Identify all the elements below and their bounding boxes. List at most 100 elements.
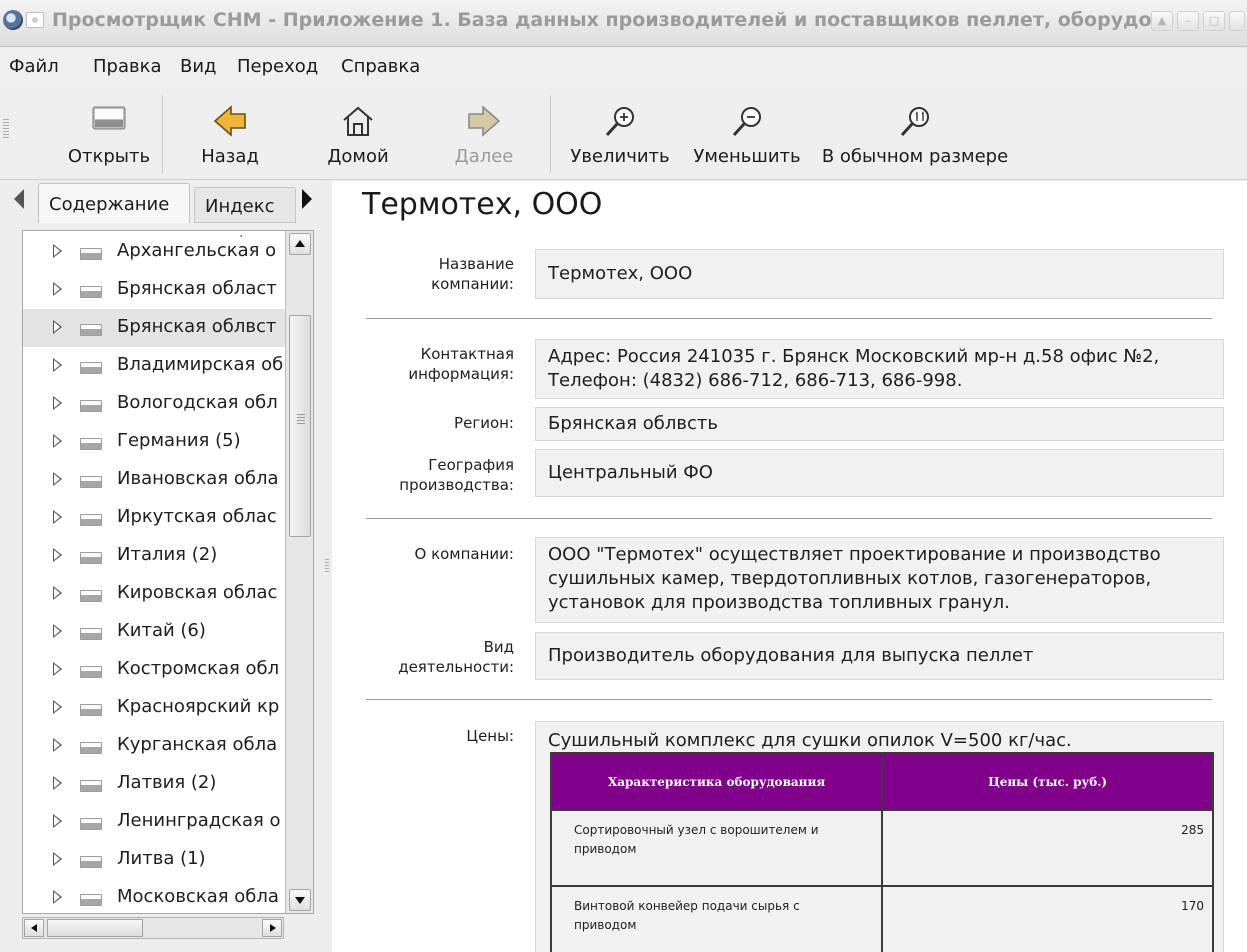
tabs-scroll-right-icon[interactable]: [302, 189, 312, 209]
tree-item-label: Ленинградская о: [117, 810, 281, 831]
scroll-right-button[interactable]: [262, 919, 282, 937]
tree-item[interactable]: Архангельская о: [23, 233, 285, 271]
tabs-scroll-left-icon[interactable]: [14, 189, 24, 209]
page-title: Термотех, ООО: [362, 187, 603, 222]
tree-item-label: Кировская облас: [117, 582, 278, 603]
menu-go[interactable]: Переход: [237, 56, 318, 77]
zoom-reset-label: В обычном размере: [821, 146, 1009, 167]
expander-arrow-icon[interactable]: [53, 586, 62, 600]
window-titlebar[interactable]: Просмотрщик CHM - Приложение 1. База дан…: [0, 0, 1247, 47]
home-button[interactable]: Домой: [318, 99, 398, 173]
tree-item[interactable]: Иркутская облас: [23, 499, 285, 537]
expander-arrow-icon[interactable]: [53, 814, 62, 828]
expander-arrow-icon[interactable]: [53, 700, 62, 714]
expander-arrow-icon[interactable]: [53, 358, 62, 372]
book-icon: [80, 514, 102, 526]
tab-contents[interactable]: Содержание: [38, 183, 190, 223]
tree-item[interactable]: Брянская област: [23, 271, 285, 309]
zoom-in-button[interactable]: Увеличить: [564, 99, 676, 173]
tree-item[interactable]: Германия (5): [23, 423, 285, 461]
expander-arrow-icon[interactable]: [53, 738, 62, 752]
tree-item[interactable]: Италия (2): [23, 537, 285, 575]
expander-arrow-icon[interactable]: [53, 472, 62, 486]
tree-item[interactable]: Московская обла: [23, 879, 285, 913]
scroll-left-button[interactable]: [24, 919, 44, 937]
expander-arrow-icon[interactable]: [53, 282, 62, 296]
expander-arrow-icon[interactable]: [53, 244, 62, 258]
book-icon: [80, 780, 102, 792]
horizontal-scroll-thumb[interactable]: [47, 919, 143, 937]
expander-arrow-icon[interactable]: [53, 510, 62, 524]
expander-arrow-icon[interactable]: [53, 548, 62, 562]
tree-item[interactable]: Курганская обла: [23, 727, 285, 765]
open-button[interactable]: Открыть: [44, 99, 174, 173]
menu-view[interactable]: Вид: [180, 56, 217, 77]
minimize-button[interactable]: –: [1177, 11, 1199, 31]
scroll-thumb[interactable]: [289, 315, 311, 537]
tree-item[interactable]: Кировская облас: [23, 575, 285, 613]
tree-horizontal-scrollbar[interactable]: [22, 917, 284, 939]
tree-item[interactable]: Вологодская обл: [23, 385, 285, 423]
contents-tree: · Архангельская о Брянская област Брянская…: [22, 230, 314, 914]
tree-item[interactable]: Красноярский кр: [23, 689, 285, 727]
expander-arrow-icon[interactable]: [53, 624, 62, 638]
zoom-reset-button[interactable]: В обычном размере: [812, 99, 1018, 173]
tree-item[interactable]: Латвия (2): [23, 765, 285, 803]
company-value: Термотех, ООО: [535, 249, 1224, 299]
expander-arrow-icon[interactable]: [53, 852, 62, 866]
tree-item[interactable]: Ленинградская о: [23, 803, 285, 841]
tab-index[interactable]: Индекс: [194, 187, 296, 223]
pane-splitter[interactable]: [322, 181, 332, 952]
region-label: Регион:: [454, 414, 514, 432]
forward-arrow-icon: [468, 105, 501, 137]
activity-label: Вид деятельности:: [398, 638, 514, 676]
about-value: ООО "Термотех" осуществляет проектирован…: [535, 537, 1224, 623]
tree-item[interactable]: Ивановская обла: [23, 461, 285, 499]
contact-value: Адрес: Россия 241035 г. Брянск Московски…: [535, 339, 1224, 399]
book-icon: [80, 400, 102, 412]
back-arrow-icon: [213, 105, 246, 137]
forward-label: Далее: [454, 146, 514, 167]
table-header-equipment: Характеристика оборудования: [549, 752, 884, 811]
navigation-pane: Содержание Индекс · Архангельская о Брянс…: [0, 181, 322, 952]
nav-tabs: Содержание Индекс: [0, 181, 322, 225]
tree-vertical-scrollbar[interactable]: [285, 231, 313, 913]
book-icon: [80, 476, 102, 488]
tree-item-label: Италия (2): [117, 544, 218, 565]
tree-item[interactable]: Китай (6): [23, 613, 285, 651]
expander-arrow-icon[interactable]: [53, 396, 62, 410]
close-button[interactable]: [1229, 11, 1245, 31]
book-icon: [80, 894, 102, 906]
expander-arrow-icon[interactable]: [53, 320, 62, 334]
prices-label: Цены:: [466, 727, 514, 745]
toolbar-grip[interactable]: [3, 119, 9, 139]
expander-arrow-icon[interactable]: [53, 662, 62, 676]
book-icon: [80, 324, 102, 336]
tree-item[interactable]: Брянская облвст: [23, 309, 285, 347]
app-icon[interactable]: [3, 10, 23, 30]
expander-arrow-icon[interactable]: [53, 434, 62, 448]
tree-item[interactable]: Костромская обл: [23, 651, 285, 689]
window-menu-icon[interactable]: [26, 12, 44, 28]
tree-item[interactable]: Литва (1): [23, 841, 285, 879]
shade-button[interactable]: ▲: [1151, 11, 1173, 31]
open-book-icon: [92, 106, 126, 130]
scroll-down-button[interactable]: [289, 889, 311, 911]
prices-caption: Сушильный комплекс для сушки опилок V=50…: [548, 730, 1072, 751]
menu-file[interactable]: Файл: [9, 56, 59, 77]
back-button[interactable]: Назад: [185, 99, 275, 173]
window-title: Просмотрщик CHM - Приложение 1. База дан…: [52, 9, 1152, 31]
forward-button[interactable]: Далее: [444, 99, 524, 173]
zoom-out-button[interactable]: Уменьшить: [686, 99, 808, 173]
menu-edit[interactable]: Правка: [93, 56, 162, 77]
menu-help[interactable]: Справка: [341, 56, 420, 77]
expander-arrow-icon[interactable]: [53, 890, 62, 904]
tree-item[interactable]: Владимирская об: [23, 347, 285, 385]
tree-item-label: Московская обла: [117, 886, 279, 907]
contact-label: Контактная информация:: [408, 345, 514, 383]
tree-item-label: Красноярский кр: [117, 696, 280, 717]
tree-item-label: Владимирская об: [117, 354, 284, 375]
expander-arrow-icon[interactable]: [53, 776, 62, 790]
scroll-up-button[interactable]: [289, 233, 311, 255]
maximize-button[interactable]: □: [1203, 11, 1225, 31]
